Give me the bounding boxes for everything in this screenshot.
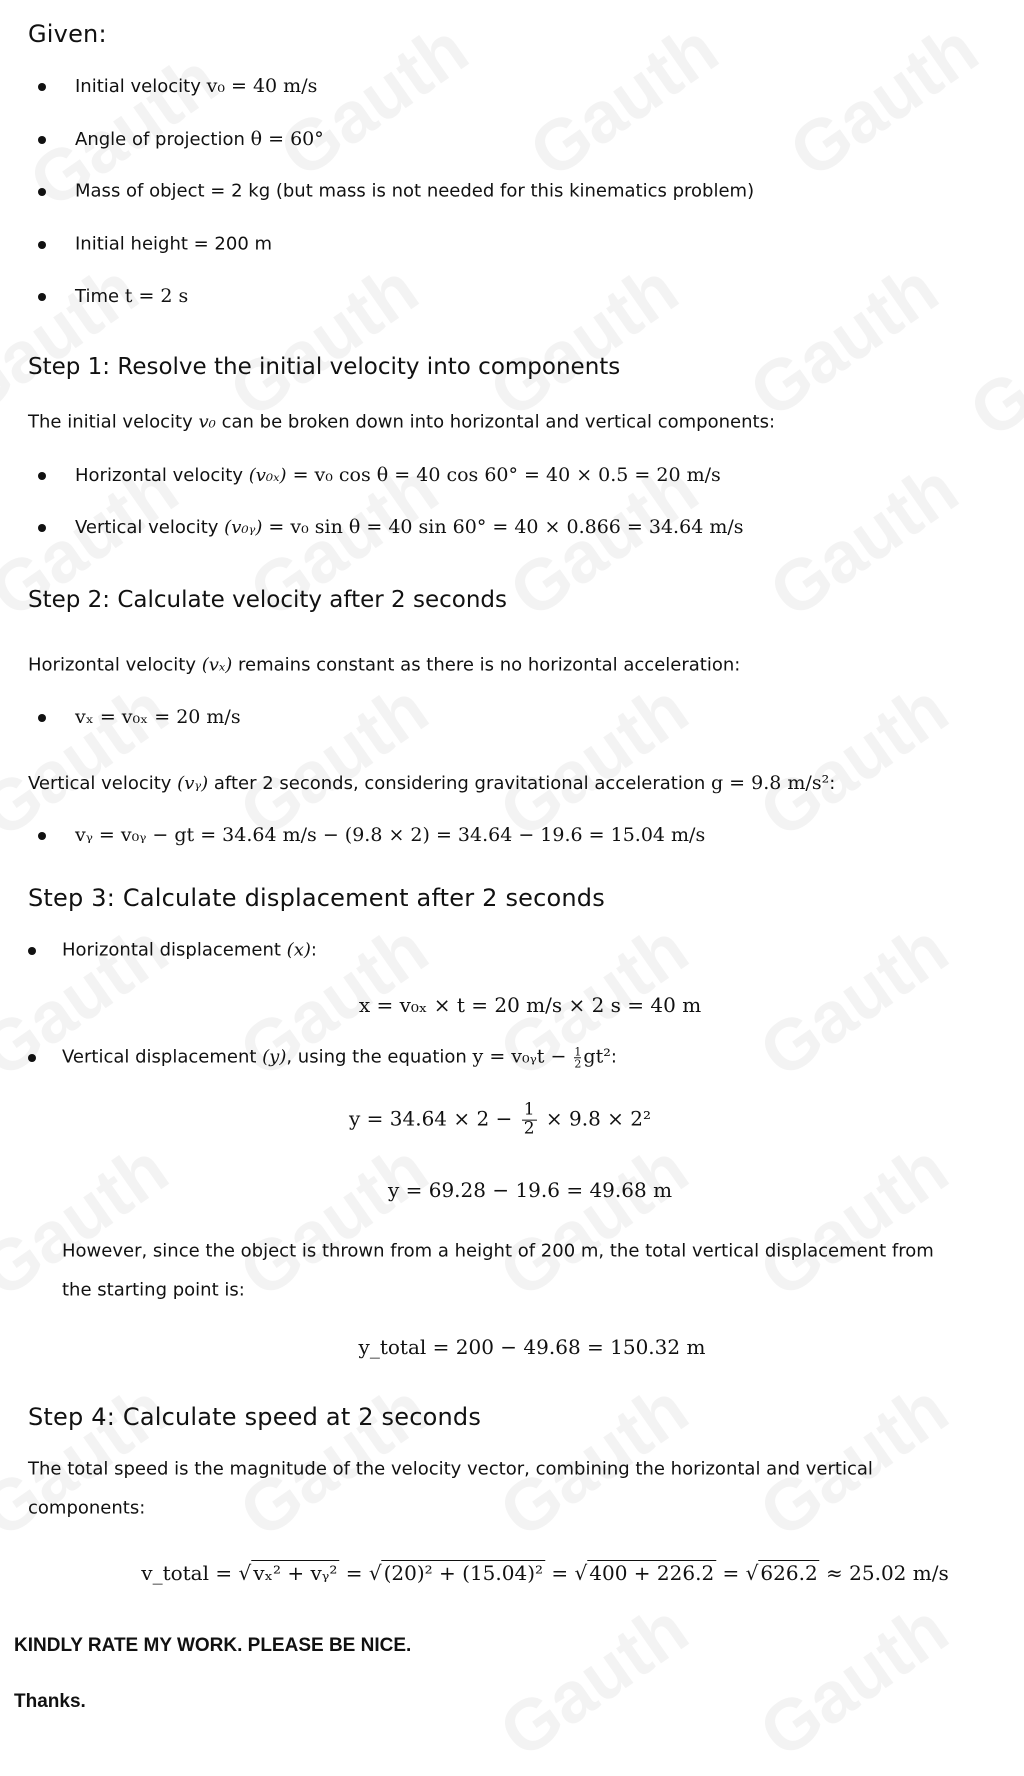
bullet-icon	[28, 1054, 36, 1062]
watermark: Gauth	[225, 1128, 443, 1314]
y-result-equation: y = 69.28 − 19.6 = 49.68 m	[387, 1178, 673, 1202]
step3-heading: Step 3: Calculate displacement after 2 s…	[28, 884, 605, 912]
watermark: Gauth	[265, 8, 483, 194]
given-item-mass: Mass of object = 2 kg (but mass is not n…	[75, 180, 755, 202]
step1-heading: Step 1: Resolve the initial velocity int…	[28, 354, 621, 380]
watermark: Gauth	[0, 248, 153, 434]
step2-vertical-intro: Vertical velocity (vᵧ) after 2 seconds, …	[28, 772, 836, 794]
math-expression: g = 9.8 m/s²	[710, 772, 830, 794]
step2-heading: Step 2: Calculate velocity after 2 secon…	[28, 587, 507, 613]
watermark: Gauth	[745, 1588, 963, 1774]
given-item-time: Time t = 2 s	[75, 285, 189, 307]
step1-intro: The initial velocity v₀ can be broken do…	[28, 411, 776, 433]
bullet-icon	[28, 947, 36, 955]
watermark: Gauth	[745, 908, 963, 1094]
math-expression: v₀	[198, 411, 216, 433]
watermark: Gauth	[735, 248, 953, 434]
math-expression: = v₀ sin θ = 40 sin 60° = 40 × 0.866 = 3…	[262, 516, 744, 538]
bullet-icon	[38, 524, 46, 532]
bullet-icon	[38, 832, 46, 840]
bullet-icon	[38, 293, 46, 301]
bullet-icon	[38, 188, 46, 196]
sqrt: √ 626.2	[745, 1560, 820, 1585]
watermark: Gauth	[485, 1128, 703, 1314]
watermark: Gauth	[475, 248, 693, 434]
watermark: Gauth	[775, 8, 993, 194]
step4-heading: Step 4: Calculate speed at 2 seconds	[28, 1403, 482, 1431]
given-heading: Given:	[28, 20, 107, 48]
step2-horizontal-intro: Horizontal velocity (vₓ) remains constan…	[28, 654, 741, 676]
step4-intro-line-2: components:	[28, 1497, 146, 1519]
watermark: Gauth	[755, 448, 973, 634]
given-item-angle: Angle of projection θ = 60°	[75, 128, 324, 150]
sqrt: √ (20)² + (15.04)²	[368, 1560, 546, 1585]
sqrt: √ vₓ² + vᵧ²	[238, 1560, 340, 1585]
speed-equation: v_total = √ vₓ² + vᵧ² = √ (20)² + (15.04)²…	[141, 1560, 949, 1585]
fraction: 12	[574, 1044, 582, 1070]
step2-vertical-equation: vᵧ = v₀ᵧ − gt = 34.64 m/s − (9.8 × 2) = …	[75, 824, 706, 846]
bullet-icon	[38, 714, 46, 722]
math-expression: v₀ = 40 m/s	[206, 75, 318, 97]
step4-intro-line-1: The total speed is the magnitude of the …	[28, 1458, 873, 1480]
math-expression: t = 2 s	[124, 285, 189, 307]
sqrt: √ 400 + 226.2	[574, 1560, 717, 1585]
bullet-icon	[38, 83, 46, 91]
step1-vertical-velocity: Vertical velocity (v₀ᵧ) = v₀ sin θ = 40 …	[75, 516, 744, 538]
step1-horizontal-velocity: Horizontal velocity (v₀ₓ) = v₀ cos θ = 4…	[75, 464, 721, 486]
given-item-height: Initial height = 200 m	[75, 233, 273, 255]
however-line-2: the starting point is:	[62, 1279, 245, 1301]
math-expression: θ = 60°	[250, 128, 324, 150]
however-line-1: However, since the object is thrown from…	[62, 1240, 934, 1262]
y-displacement-equation: y = 34.64 × 2 − 12 × 9.8 × 2²	[348, 1099, 652, 1139]
rating-request: KINDLY RATE MY WORK. PLEASE BE NICE.	[14, 1635, 412, 1656]
step3-horizontal-displacement: Horizontal displacement (x):	[62, 939, 317, 961]
step2-horizontal-equation: vₓ = v₀ₓ = 20 m/s	[75, 706, 241, 728]
bullet-icon	[38, 472, 46, 480]
y-total-equation: y_total = 200 − 49.68 = 150.32 m	[358, 1335, 706, 1359]
watermark: Gauth	[745, 668, 963, 854]
watermark: Gauth	[215, 248, 433, 434]
thanks-text: Thanks.	[14, 1691, 86, 1712]
bullet-icon	[38, 241, 46, 249]
watermark: Gauth	[515, 8, 733, 194]
watermark: Gauth	[955, 268, 1024, 454]
fraction: 12	[521, 1099, 537, 1139]
bullet-icon	[38, 136, 46, 144]
step3-vertical-displacement: Vertical displacement (y), using the equ…	[62, 1044, 617, 1070]
watermark: Gauth	[485, 1588, 703, 1774]
math-expression: = v₀ cos θ = 40 cos 60° = 40 × 0.5 = 20 …	[286, 464, 721, 486]
x-displacement-equation: x = v₀ₓ × t = 20 m/s × 2 s = 40 m	[358, 993, 702, 1017]
watermark: Gauth	[745, 1128, 963, 1314]
given-item-velocity: Initial velocity v₀ = 40 m/s	[75, 75, 318, 97]
